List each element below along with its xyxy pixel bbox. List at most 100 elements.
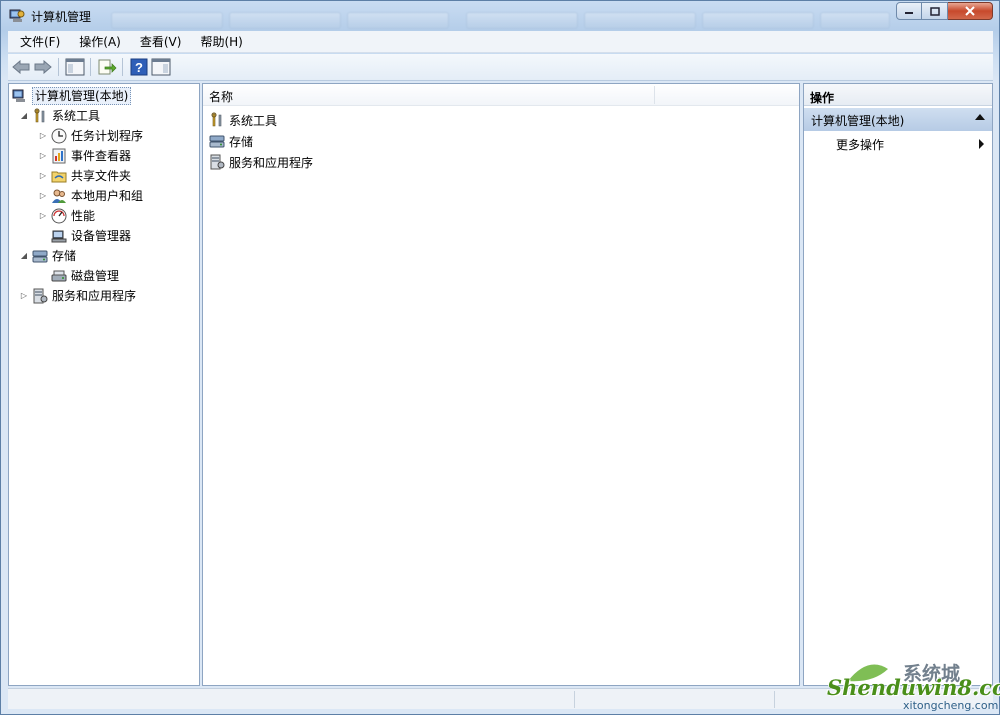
maximize-icon [929, 6, 940, 16]
tree-item-label: 计算机管理(本地) [32, 86, 132, 105]
tree-item-label: 事件查看器 [71, 149, 132, 163]
more-actions-link[interactable]: 更多操作 [836, 136, 884, 153]
console-tree-pane: 计算机管理(本地) ◢ 系统工具 ▷ 任务计划程序 ▷ 事件查看器 ▷ 共享文件… [8, 83, 200, 686]
menu-file[interactable]: 文件(F) [8, 31, 67, 53]
tree-item-device-manager[interactable]: 设备管理器 [48, 226, 131, 245]
tools-icon [32, 108, 48, 124]
collapse-arrow-icon[interactable]: ◢ [19, 111, 29, 121]
computer-management-icon [9, 8, 25, 24]
export-list-button[interactable] [96, 57, 118, 77]
tree-item-label: 存储 [52, 249, 77, 263]
expand-arrow-icon[interactable]: ▷ [38, 211, 48, 221]
forward-button[interactable] [32, 57, 54, 77]
back-arrow-icon [12, 60, 30, 74]
tree-item-label: 任务计划程序 [71, 129, 144, 143]
tree-item-services-applications[interactable]: ▷ 服务和应用程序 [19, 286, 136, 305]
computer-management-window: 计算机管理 文件(F) 操作(A) 查看(V) 帮助(H) ? 计算机管理(本地… [0, 0, 1000, 715]
toolbar: ? [8, 54, 993, 81]
list-item[interactable]: 服务和应用程序 [207, 152, 313, 172]
tree-item-storage[interactable]: ◢ 存储 [19, 246, 76, 265]
menu-help[interactable]: 帮助(H) [188, 31, 249, 53]
storage-icon [32, 248, 48, 264]
tree-item-label: 磁盘管理 [71, 269, 120, 283]
actions-group-header[interactable]: 计算机管理(本地) [804, 108, 992, 131]
tree-item-computer-management[interactable]: 计算机管理(本地) [12, 86, 132, 105]
storage-icon [209, 133, 225, 149]
services-icon [209, 154, 225, 170]
help-icon: ? [130, 58, 148, 76]
tree-item-disk-management[interactable]: 磁盘管理 [48, 266, 119, 285]
tree-item-shared-folders[interactable]: ▷ 共享文件夹 [38, 166, 131, 185]
minimize-icon [905, 12, 913, 14]
event-viewer-icon [51, 148, 67, 164]
expand-arrow-icon[interactable]: ▷ [38, 191, 48, 201]
expand-arrow-icon[interactable]: ▷ [38, 151, 48, 161]
toolbar-separator [122, 58, 123, 76]
title-bar: 计算机管理 [1, 1, 999, 31]
list-item-label: 存储 [229, 134, 254, 149]
services-icon [32, 288, 48, 304]
performance-icon [51, 208, 67, 224]
expand-arrow-icon[interactable]: ▷ [19, 291, 29, 301]
action-pane-icon [151, 58, 171, 76]
background-taskbar-tabs [111, 9, 891, 31]
tree-item-label: 服务和应用程序 [52, 289, 137, 303]
window-controls [896, 2, 993, 21]
show-hide-action-pane-button[interactable] [150, 57, 172, 77]
actions-pane: 操作 计算机管理(本地) 更多操作 [803, 83, 993, 686]
status-cell [574, 691, 774, 708]
list-item-label: 系统工具 [229, 113, 278, 128]
tree-item-system-tools[interactable]: ◢ 系统工具 [19, 106, 100, 125]
toolbar-separator [90, 58, 91, 76]
actions-header: 操作 [804, 84, 992, 106]
list-item-label: 服务和应用程序 [229, 155, 314, 170]
list-item[interactable]: 存储 [207, 131, 253, 151]
menu-bar: 文件(F) 操作(A) 查看(V) 帮助(H) [8, 31, 993, 53]
back-button[interactable] [10, 57, 32, 77]
tools-icon [209, 112, 225, 128]
close-button[interactable] [948, 2, 993, 20]
maximize-button[interactable] [922, 2, 948, 20]
expand-arrow-icon[interactable]: ▷ [38, 171, 48, 181]
list-header: 名称 [203, 84, 799, 106]
tree-item-task-scheduler[interactable]: ▷ 任务计划程序 [38, 126, 143, 145]
toolbar-separator [58, 58, 59, 76]
tree-item-label: 本地用户和组 [71, 189, 144, 203]
watermark-domain: xitongcheng.com [903, 699, 999, 712]
forward-arrow-icon [34, 60, 52, 74]
tree-item-event-viewer[interactable]: ▷ 事件查看器 [38, 146, 131, 165]
collapse-arrow-icon[interactable]: ◢ [19, 251, 29, 261]
clock-icon [51, 128, 67, 144]
close-icon [965, 6, 975, 16]
watermark-logo: 系统城 Shenduwin8.com xitongcheng.com [823, 659, 1000, 714]
device-manager-icon [51, 228, 67, 244]
disk-management-icon [51, 268, 67, 284]
column-divider[interactable] [654, 86, 655, 104]
show-hide-console-tree-button[interactable] [64, 57, 86, 77]
svg-text:?: ? [135, 60, 143, 75]
help-button[interactable]: ? [128, 57, 150, 77]
tree-item-label: 共享文件夹 [71, 169, 132, 183]
shared-folder-icon [51, 168, 67, 184]
tree-item-performance[interactable]: ▷ 性能 [38, 206, 95, 225]
menu-view[interactable]: 查看(V) [128, 31, 189, 53]
menu-action[interactable]: 操作(A) [67, 31, 128, 53]
console-tree-icon [65, 58, 85, 76]
tree-item-label: 系统工具 [52, 109, 101, 123]
tree-item-label: 性能 [71, 209, 96, 223]
users-icon [51, 188, 67, 204]
watermark-brand: Shenduwin8.com [827, 675, 1000, 700]
column-header-name[interactable]: 名称 [209, 88, 233, 105]
window-title: 计算机管理 [31, 10, 92, 24]
collapse-caret-icon[interactable] [975, 114, 985, 120]
list-item[interactable]: 系统工具 [207, 110, 277, 130]
actions-group-label: 计算机管理(本地) [811, 114, 905, 128]
submenu-arrow-icon[interactable] [979, 139, 984, 149]
computer-management-icon [12, 88, 28, 104]
minimize-button[interactable] [896, 2, 922, 20]
export-list-icon [98, 59, 117, 75]
expand-arrow-icon[interactable]: ▷ [38, 131, 48, 141]
details-pane: 名称 系统工具 存储 服务和应用程序 [202, 83, 800, 686]
tree-item-label: 设备管理器 [71, 229, 132, 243]
tree-item-local-users-groups[interactable]: ▷ 本地用户和组 [38, 186, 143, 205]
